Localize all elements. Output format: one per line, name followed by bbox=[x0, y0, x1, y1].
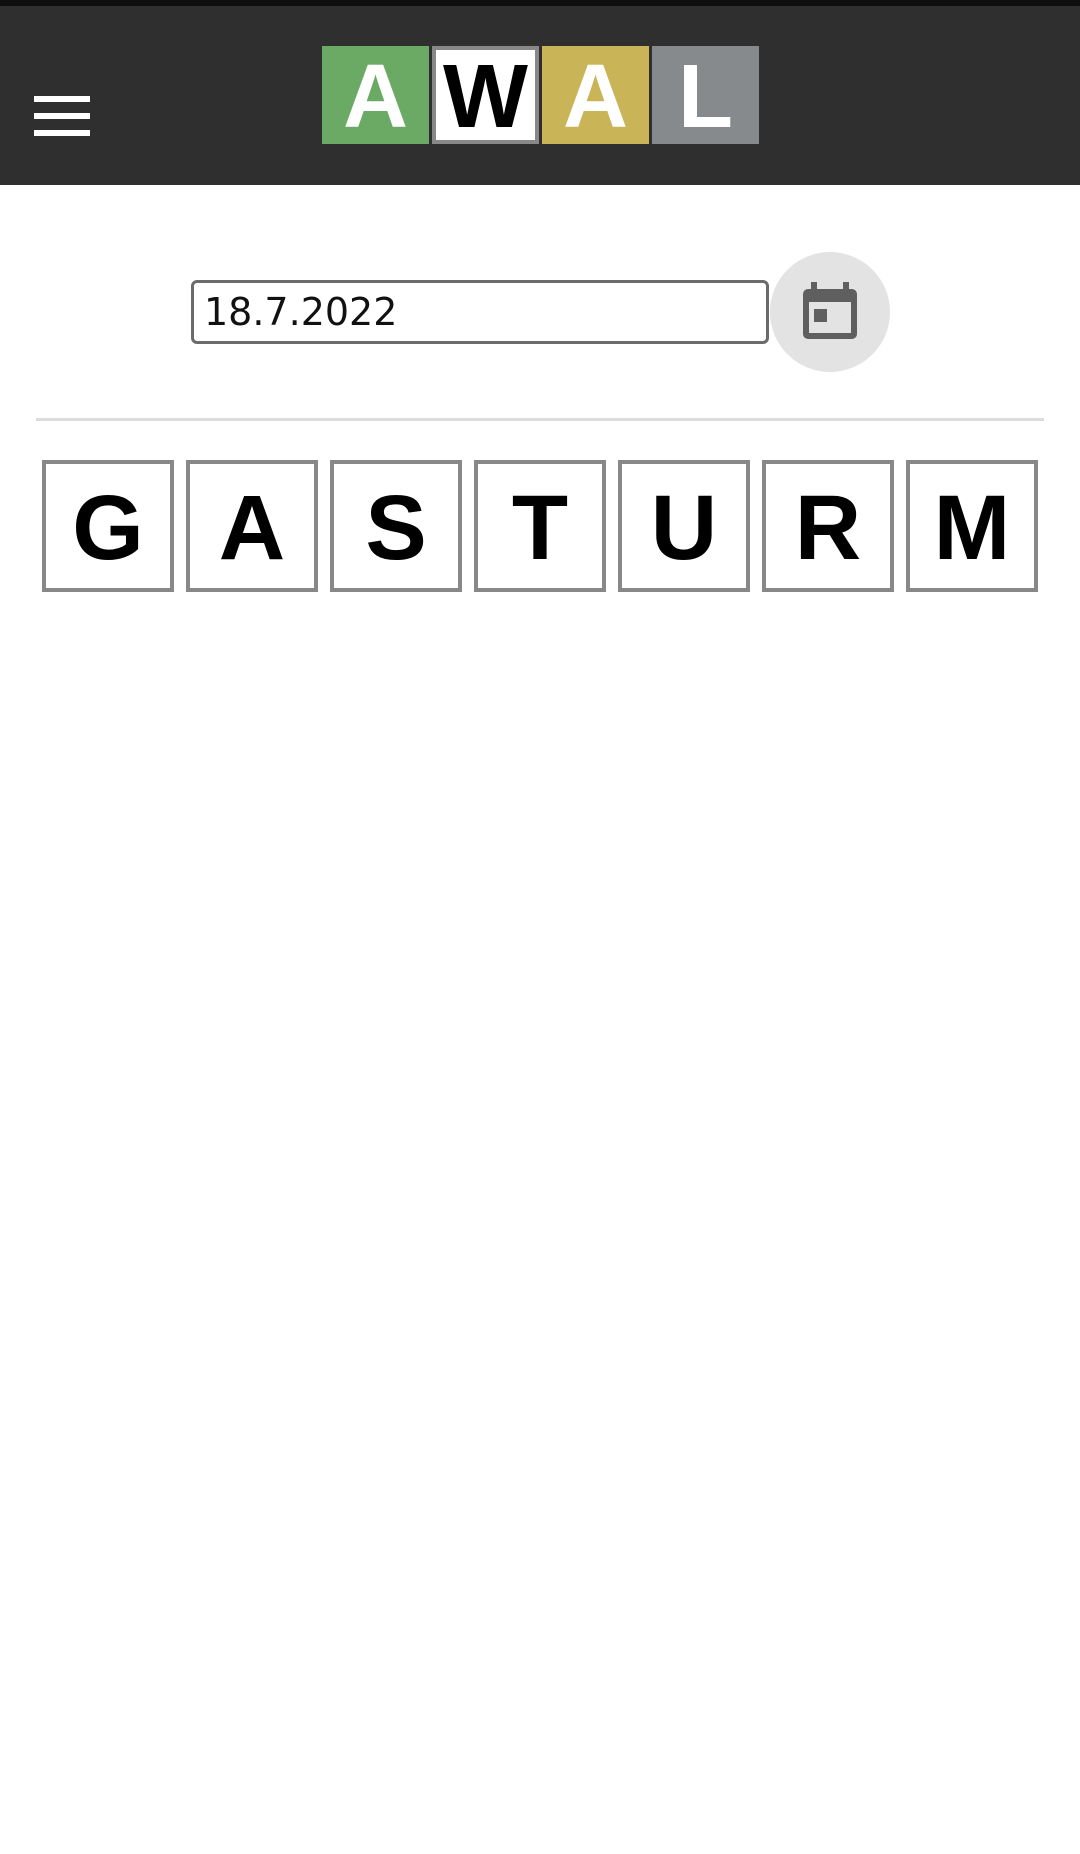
divider bbox=[36, 418, 1044, 421]
date-selector bbox=[0, 252, 1080, 372]
letter-tile: S bbox=[330, 460, 462, 592]
hamburger-menu-icon-bar bbox=[34, 130, 90, 136]
letter-tile: G bbox=[42, 460, 174, 592]
logo-tile: A bbox=[542, 46, 649, 144]
word-tiles: G A S T U R M bbox=[42, 460, 1038, 592]
logo-tile: A bbox=[322, 46, 429, 144]
hamburger-menu-icon bbox=[34, 96, 90, 102]
hamburger-menu-icon-bar bbox=[34, 113, 90, 119]
letter-tile: A bbox=[186, 460, 318, 592]
logo-tile: W bbox=[432, 46, 539, 144]
date-input[interactable] bbox=[191, 280, 769, 344]
top-app-bar: A W A L bbox=[0, 0, 1080, 185]
calendar-icon bbox=[803, 282, 857, 339]
calendar-button[interactable] bbox=[770, 252, 890, 372]
letter-tile: U bbox=[618, 460, 750, 592]
logo-tile: L bbox=[652, 46, 759, 144]
letter-tile: R bbox=[762, 460, 894, 592]
letter-tile: T bbox=[474, 460, 606, 592]
menu-button[interactable] bbox=[34, 96, 90, 136]
awal-logo: A W A L bbox=[322, 46, 759, 144]
letter-tile: M bbox=[906, 460, 1038, 592]
